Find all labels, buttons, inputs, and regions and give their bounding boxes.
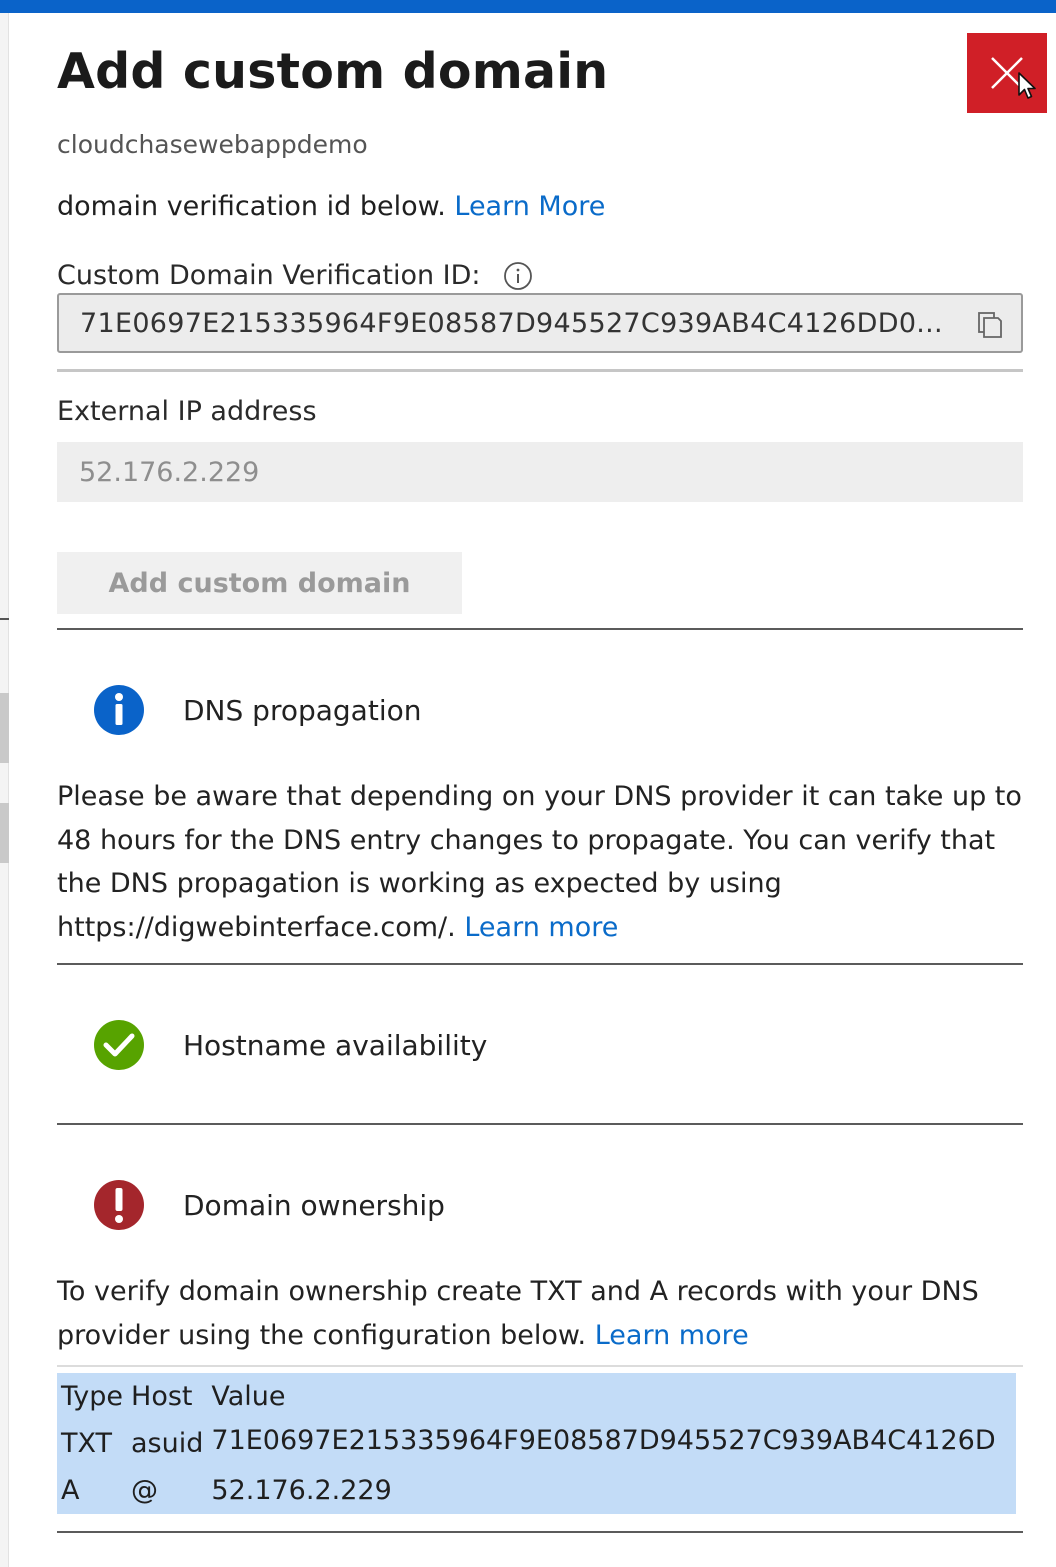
ownership-learn-more-link[interactable]: Learn more (595, 1320, 749, 1351)
external-ip-label: External IP address (57, 396, 317, 427)
verification-id-label: Custom Domain Verification ID: (57, 260, 481, 291)
add-custom-domain-button[interactable]: Add custom domain (57, 552, 462, 614)
divider (57, 963, 1023, 965)
column-header-value: Value (207, 1373, 1017, 1420)
learn-more-link[interactable]: Learn More (454, 191, 605, 222)
table-row: A @ 52.176.2.229 (57, 1467, 1017, 1514)
divider (57, 1123, 1023, 1125)
record-type: A (57, 1467, 128, 1514)
hostname-availability-header: Hostname availability (92, 1018, 487, 1072)
table-row: TXT asuid 71E0697E215335964F9E08587D9455… (57, 1420, 1017, 1467)
portal-top-bar (0, 0, 1056, 13)
dns-records-table: Type Host Value TXT asuid 71E0697E215335… (57, 1373, 1017, 1514)
record-type: TXT (57, 1420, 128, 1467)
domain-ownership-text: To verify domain ownership create TXT an… (57, 1270, 1023, 1357)
info-filled-icon (94, 685, 144, 735)
error-exclamation-icon (94, 1180, 144, 1230)
success-check-icon (94, 1020, 144, 1070)
mouse-cursor-icon (1018, 72, 1036, 99)
verification-id-value: 71E0697E215335964F9E08587D945527C939AB4C… (80, 307, 943, 339)
domain-ownership-title: Domain ownership (183, 1188, 445, 1222)
table-header-row: Type Host Value (57, 1373, 1017, 1420)
intro-text-body: domain verification id below. (57, 191, 446, 222)
column-header-type: Type (57, 1373, 128, 1420)
page-subtitle: cloudchasewebappdemo (57, 130, 368, 159)
dns-propagation-header: DNS propagation (92, 683, 421, 737)
column-header-host: Host (127, 1373, 208, 1420)
record-value-text: 71E0697E215335964F9E08587D945527C939AB4C… (211, 1424, 996, 1456)
verification-id-field[interactable]: 71E0697E215335964F9E08587D945527C939AB4C… (57, 293, 1023, 353)
divider (57, 1365, 1023, 1367)
verification-id-label-row: Custom Domain Verification ID: (57, 260, 533, 291)
copy-icon[interactable] (974, 309, 1006, 341)
record-value: 52.176.2.229 (207, 1467, 1017, 1514)
info-icon[interactable] (503, 261, 533, 291)
record-host: asuid (127, 1420, 208, 1467)
record-host: @ (127, 1467, 208, 1514)
intro-text: domain verification id below. Learn More (57, 191, 605, 222)
divider (57, 1531, 1023, 1533)
hostname-availability-title: Hostname availability (183, 1028, 488, 1062)
domain-ownership-body: To verify domain ownership create TXT an… (57, 1276, 979, 1351)
dns-propagation-title: DNS propagation (183, 693, 422, 727)
domain-ownership-header: Domain ownership (92, 1178, 445, 1232)
divider (57, 369, 1023, 372)
page-title: Add custom domain (57, 43, 609, 100)
external-ip-value: 52.176.2.229 (79, 456, 260, 488)
background-page-edge (0, 13, 9, 1567)
dns-learn-more-link[interactable]: Learn more (464, 912, 618, 943)
external-ip-field: 52.176.2.229 (57, 442, 1023, 502)
record-value: 71E0697E215335964F9E08587D945527C939AB4C… (207, 1420, 1017, 1467)
dns-propagation-text: Please be aware that depending on your D… (57, 775, 1023, 949)
divider (57, 628, 1023, 630)
